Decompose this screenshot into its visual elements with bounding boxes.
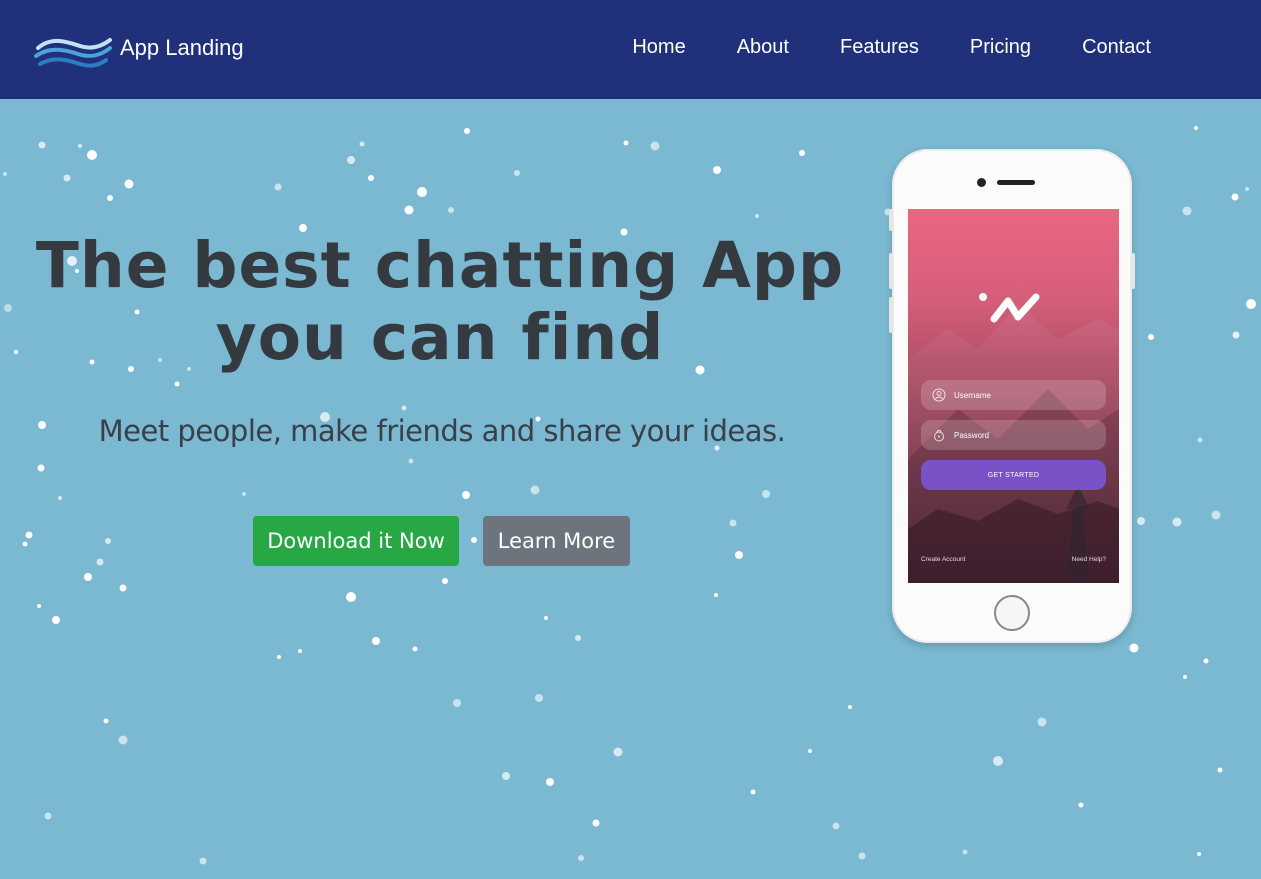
phone-screen: Username Password GET STARTED Create Acc…: [908, 209, 1119, 583]
phone-mute-switch: [889, 209, 893, 231]
nav-link-home[interactable]: Home: [632, 36, 685, 59]
get-started-button[interactable]: GET STARTED: [921, 460, 1106, 490]
username-field[interactable]: Username: [921, 380, 1106, 410]
download-button[interactable]: Download it Now: [253, 516, 459, 566]
nav-links: Home About Features Pricing Contact: [581, 36, 1151, 59]
hero-section: The best chatting App you can find Meet …: [0, 230, 880, 449]
username-placeholder: Username: [954, 390, 991, 400]
phone-camera: [977, 178, 986, 187]
navbar: App Landing Home About Features Pricing …: [0, 0, 1261, 99]
nav-link-features[interactable]: Features: [840, 36, 919, 59]
phone-volume-down: [889, 297, 893, 333]
brand-name[interactable]: App Landing: [120, 35, 244, 61]
app-logo-icon: [979, 293, 1040, 323]
phone-mockup: Username Password GET STARTED Create Acc…: [889, 149, 1135, 643]
nav-link-pricing[interactable]: Pricing: [970, 36, 1031, 59]
hero-title: The best chatting App you can find: [0, 230, 880, 374]
hero-title-line-1: The best chatting App: [35, 229, 845, 302]
waves-logo-icon: [34, 38, 112, 68]
hero-subtitle: Meet people, make friends and share your…: [98, 414, 786, 448]
user-icon: [932, 388, 946, 402]
phone-home-button: [994, 595, 1030, 631]
phone-speaker: [997, 180, 1035, 185]
lock-icon: [934, 429, 944, 442]
phone-volume-up: [889, 253, 893, 289]
phone-power-button: [1131, 253, 1135, 289]
password-placeholder: Password: [954, 430, 990, 440]
nav-link-contact[interactable]: Contact: [1082, 36, 1151, 59]
create-account-link[interactable]: Create Account: [921, 556, 965, 563]
nav-link-about[interactable]: About: [737, 36, 789, 59]
password-field[interactable]: Password: [921, 420, 1106, 450]
need-help-link[interactable]: Need Help?: [1072, 556, 1106, 563]
learn-more-button[interactable]: Learn More: [483, 516, 630, 566]
brand[interactable]: App Landing: [34, 34, 244, 74]
hero-title-line-2: you can find: [215, 301, 665, 374]
